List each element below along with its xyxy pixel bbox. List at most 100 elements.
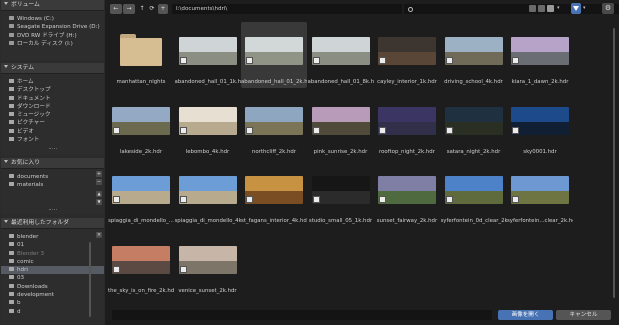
system-item[interactable]: デスクトップ bbox=[1, 86, 104, 94]
file-tile[interactable]: abandoned_hall_01_1k.h... bbox=[175, 22, 241, 88]
image-file-icon bbox=[179, 196, 187, 203]
hdr-thumbnail bbox=[112, 245, 170, 274]
system-item[interactable]: ドキュメント bbox=[1, 95, 104, 103]
file-name: venice_sunset_2k.hdr bbox=[178, 287, 237, 294]
file-tile[interactable]: abandoned_hall_01_2k.h... bbox=[241, 22, 307, 88]
file-tile[interactable]: the_sky_is_on_fire_2k.hdr bbox=[108, 231, 174, 297]
file-tile[interactable]: pink_sunrise_2k.hdr bbox=[308, 92, 374, 158]
favorite-add-button[interactable]: + bbox=[96, 171, 102, 177]
file-name: syferfontein_0d_clear_2k... bbox=[440, 218, 507, 224]
file-tile[interactable]: satara_night_2k.hdr bbox=[441, 92, 507, 158]
hdr-thumbnail bbox=[245, 176, 303, 204]
hdr-thumbnail bbox=[178, 176, 237, 204]
folder-icon bbox=[9, 87, 14, 92]
file-tile[interactable]: spiaggia_di_mondello_... bbox=[108, 161, 174, 227]
file-name: manhattan_nights bbox=[116, 79, 166, 85]
open-image-button[interactable]: 画像を開く bbox=[498, 310, 553, 320]
file-tile[interactable]: venice_sunset_2k.hdr bbox=[175, 231, 241, 297]
file-name: abandoned_hall_01_1k.h... bbox=[174, 79, 241, 85]
display-mode-vertical-list-icon[interactable] bbox=[529, 5, 536, 12]
favorites-item-label: materials bbox=[17, 182, 44, 189]
favorites-panel-header[interactable]: お気に入り bbox=[1, 158, 104, 169]
system-item[interactable]: ビデオ bbox=[1, 128, 104, 136]
path-input[interactable]: I:\documents\hdri\ bbox=[172, 4, 402, 14]
favorites-item[interactable]: materials bbox=[1, 181, 104, 189]
image-file-icon bbox=[379, 57, 386, 64]
file-tile[interactable]: abandoned_hall_01_8k.h... bbox=[308, 22, 374, 88]
system-item[interactable]: ピクチャー bbox=[1, 119, 104, 127]
file-tile[interactable]: sky0001.hdr bbox=[507, 92, 573, 158]
volumes-panel-header[interactable]: ボリューム bbox=[1, 0, 104, 11]
filter-button[interactable] bbox=[571, 3, 581, 14]
file-tile[interactable]: rooftop_night_2k.hdr bbox=[374, 92, 440, 158]
file-tile[interactable]: lakeside_2k.hdr bbox=[108, 92, 174, 158]
volumes-panel: ボリューム Windows (C:) Seagate Expansion Driv… bbox=[1, 0, 104, 60]
favorite-remove-button[interactable]: − bbox=[96, 179, 102, 185]
favorite-move-down-button[interactable]: ▼ bbox=[96, 199, 102, 205]
new-folder-button[interactable]: + bbox=[158, 4, 168, 14]
hdr-thumbnail bbox=[444, 106, 503, 135]
file-name: abandoned_hall_01_8k.h... bbox=[307, 79, 374, 85]
volumes-title: ボリューム bbox=[11, 2, 40, 8]
file-tile[interactable]: spiaggia_di_mondello_4k... bbox=[175, 161, 241, 227]
volumes-item[interactable]: Seagate Expansion Drive (D:) bbox=[1, 23, 104, 31]
drive-icon bbox=[9, 32, 14, 37]
panel-resize-grip[interactable] bbox=[48, 209, 57, 210]
volumes-item-label: DVD RW ドライブ (H:) bbox=[17, 32, 77, 39]
file-tile[interactable]: cayley_interior_1k.hdr bbox=[374, 22, 440, 88]
favorites-item[interactable]: documents bbox=[1, 173, 104, 181]
recent-scrollbar[interactable] bbox=[89, 242, 91, 317]
system-panel-header[interactable]: システム bbox=[1, 63, 104, 74]
folder-tile[interactable]: manhattan_nights bbox=[108, 22, 174, 88]
recent-item-label: development bbox=[17, 292, 54, 299]
system-item[interactable]: ダウンロード bbox=[1, 103, 104, 111]
file-tile[interactable]: st_fagans_interior_4k.hdr bbox=[241, 161, 307, 227]
system-item-label: フォント bbox=[17, 137, 40, 144]
display-mode-thumbnails-icon[interactable] bbox=[547, 5, 554, 12]
volumes-item[interactable]: Windows (C:) bbox=[1, 15, 104, 23]
file-tile[interactable]: syferfontein_0d_clear_2k... bbox=[441, 161, 507, 227]
system-item-label: ホーム bbox=[17, 79, 34, 85]
file-tile[interactable]: sunset_fairway_2k.hdr bbox=[374, 161, 440, 227]
system-item[interactable]: ホーム bbox=[1, 78, 104, 86]
system-item[interactable]: フォント bbox=[1, 136, 104, 144]
forward-button[interactable]: → bbox=[123, 4, 135, 14]
image-file-icon bbox=[246, 57, 253, 64]
filter-dropdown-chevron-icon[interactable]: ▾ bbox=[583, 6, 588, 11]
settings-button[interactable]: ⚙ bbox=[602, 3, 614, 14]
hdr-thumbnail bbox=[311, 176, 370, 204]
file-name: lebombo_4k.hdr bbox=[185, 148, 230, 155]
folder-icon bbox=[9, 137, 14, 142]
file-tile[interactable]: northcliff_2k.hdr bbox=[241, 92, 307, 158]
hdr-thumbnail bbox=[311, 106, 370, 135]
file-tile[interactable]: lebombo_4k.hdr bbox=[175, 92, 241, 158]
image-file-icon bbox=[512, 57, 519, 64]
volumes-item[interactable]: DVD RW ドライブ (H:) bbox=[1, 32, 104, 40]
recent-clear-button[interactable]: × bbox=[96, 232, 102, 238]
gear-icon: ⚙ bbox=[604, 4, 612, 12]
volumes-item[interactable]: ローカル ディスク (I:) bbox=[1, 40, 104, 48]
sort-dropdown-chevron-icon[interactable]: ▾ bbox=[557, 6, 562, 11]
refresh-button[interactable]: ⟳ bbox=[146, 4, 158, 14]
file-tile[interactable]: studio_small_05_1k.hdr bbox=[308, 161, 374, 227]
file-tile[interactable]: driving_school_4k.hdr bbox=[441, 22, 507, 88]
recent-item[interactable]: blender bbox=[1, 233, 104, 241]
recent-panel-header[interactable]: 最近利用したフォルダ bbox=[1, 218, 104, 229]
favorite-move-up-button[interactable]: ▲ bbox=[96, 191, 102, 197]
back-button[interactable]: ← bbox=[110, 4, 122, 14]
folder-icon bbox=[9, 128, 14, 133]
panel-resize-grip[interactable] bbox=[48, 148, 57, 149]
file-tile[interactable]: kiara_1_dawn_2k.hdr bbox=[507, 22, 573, 88]
image-file-icon bbox=[179, 126, 187, 134]
folder-icon bbox=[9, 267, 14, 272]
file-grid-scrollbar[interactable] bbox=[613, 28, 615, 298]
file-name: studio_small_05_1k.hdr bbox=[308, 218, 373, 224]
system-item[interactable]: ミュージック bbox=[1, 111, 104, 119]
funnel-icon bbox=[573, 6, 579, 11]
display-mode-horizontal-list-icon[interactable] bbox=[538, 5, 545, 12]
file-tile[interactable]: syferfontein...clear_2k.hdr bbox=[507, 161, 573, 227]
folder-icon bbox=[9, 250, 14, 255]
filename-input[interactable] bbox=[112, 310, 492, 320]
file-grid: manhattan_nights abandoned_hall_01_1k.h..… bbox=[108, 22, 616, 305]
cancel-button[interactable]: キャンセル bbox=[556, 310, 611, 320]
